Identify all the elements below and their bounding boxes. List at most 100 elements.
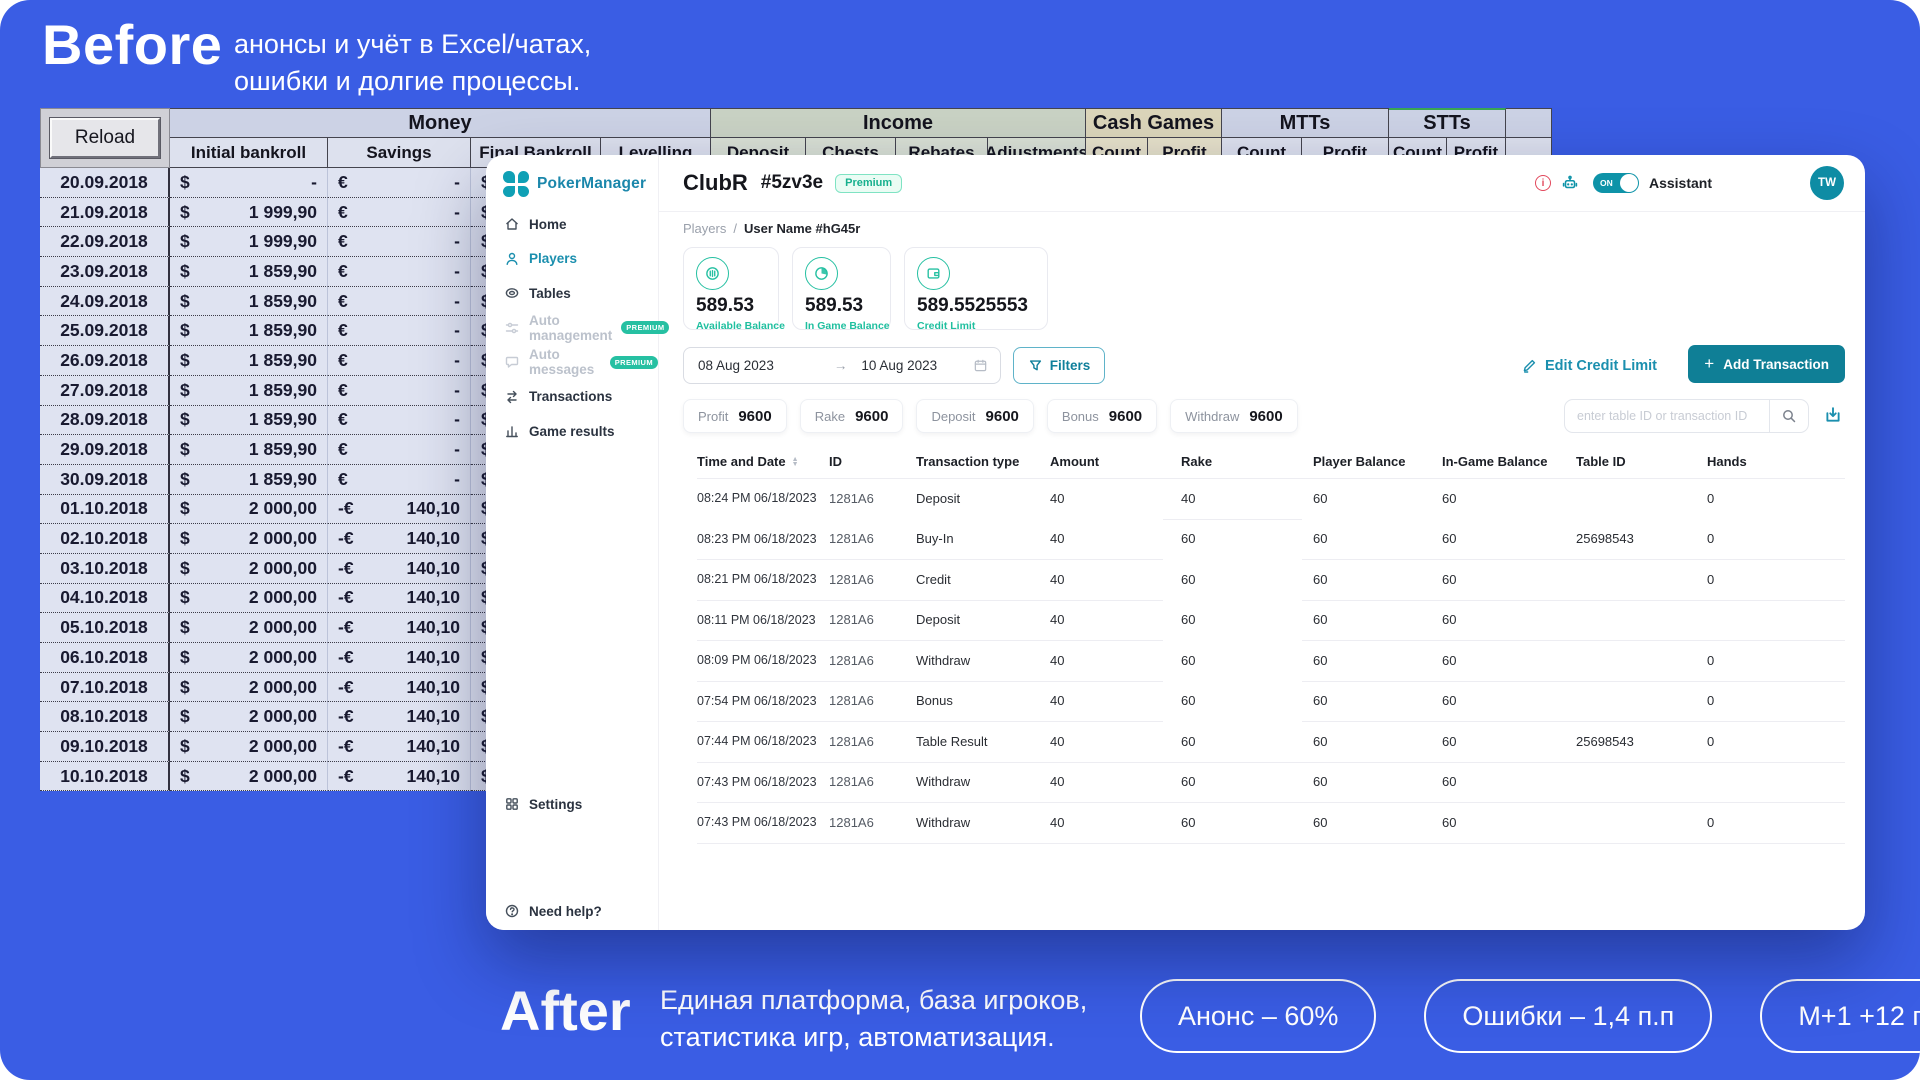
sidebar-item-settings[interactable]: Settings	[486, 787, 658, 822]
excel-savings-cell: €-	[328, 435, 471, 465]
sidebar-item-players[interactable]: Players	[486, 242, 658, 277]
excel-savings-cell-value: 140,10	[406, 647, 460, 668]
table-cell: 1281A6	[829, 653, 916, 668]
search-input[interactable]	[1565, 400, 1769, 432]
table-cell: 60	[1313, 815, 1442, 830]
excel-savings-cell-value: -	[454, 439, 460, 460]
table-cell: Bonus	[916, 693, 1050, 708]
table-cell: 60	[1313, 734, 1442, 749]
table-row: 07:54 PM 06/18/20231281A6Bonus406060600	[697, 681, 1845, 722]
table-cell: 1281A6	[829, 491, 916, 506]
edit-credit-limit-label: Edit Credit Limit	[1545, 358, 1657, 374]
table-cell: Deposit	[916, 612, 1050, 627]
stat-card-label: Credit Limit	[917, 320, 1035, 332]
marketing-canvas: Before анонсы и учёт в Excel/чатах, ошиб…	[0, 0, 1920, 1080]
excel-initial-bankroll-cell-currency: $	[180, 439, 190, 460]
table-cell: 60	[1313, 653, 1442, 668]
alert-info-icon[interactable]: i	[1535, 175, 1551, 191]
excel-date-cell: 02.10.2018	[40, 524, 170, 554]
assistant-robot-icon[interactable]	[1561, 174, 1579, 192]
wallet-icon	[917, 257, 950, 290]
excel-savings-cell-value: 140,10	[406, 677, 460, 698]
table-cell: 60	[1181, 815, 1313, 830]
reload-button[interactable]: Reload	[50, 118, 160, 158]
sidebar-item-transactions[interactable]: Transactions	[486, 380, 658, 415]
excel-savings-cell-currency: €	[338, 409, 348, 430]
after-pill: Ошибки – 1,4 п.п	[1424, 979, 1712, 1053]
excel-initial-bankroll-cell: $1 859,90	[170, 346, 328, 376]
edit-credit-limit-link[interactable]: Edit Credit Limit	[1521, 358, 1657, 374]
excel-date-cell: 27.09.2018	[40, 376, 170, 406]
table-cell: 60	[1442, 734, 1576, 749]
excel-savings-cell-value: 140,10	[406, 528, 460, 549]
summary-chips: Profit9600Rake9600Deposit9600Bonus9600Wi…	[683, 399, 1298, 433]
column-header-transaction-type: Transaction type	[916, 454, 1050, 469]
table-cell: 60	[1313, 693, 1442, 708]
table-cell: 1281A6	[829, 693, 916, 708]
sidebar-item-home[interactable]: Home	[486, 207, 658, 242]
table-row: 08:24 PM 06/18/20231281A6Deposit40406060…	[697, 478, 1845, 519]
excel-savings-cell-currency: €	[338, 202, 348, 223]
search-icon[interactable]	[1770, 408, 1808, 424]
table-cell: 0	[1707, 815, 1845, 830]
column-header-label: Player Balance	[1313, 454, 1406, 469]
table-cell: 40	[1050, 612, 1181, 627]
pokermanager-window: PokerManager HomePlayersTablesAuto manag…	[486, 155, 1865, 930]
excel-initial-bankroll-cell-value: 1 859,90	[249, 469, 317, 490]
add-transaction-button[interactable]: + Add Transaction	[1688, 345, 1845, 383]
excel-initial-bankroll-cell-value: 1 859,90	[249, 439, 317, 460]
sidebar-item-auto-messages[interactable]: Auto messagesPREMIUM	[486, 345, 658, 380]
filters-button[interactable]: Filters	[1013, 347, 1105, 384]
after-title: After	[500, 978, 631, 1043]
sidebar-item-need-help-[interactable]: Need help?	[486, 894, 658, 929]
sort-icon[interactable]: ▲▼	[792, 457, 799, 467]
excel-savings-cell-currency: €	[338, 439, 348, 460]
stat-card-value: 589.53	[696, 295, 766, 317]
sidebar-item-auto-management[interactable]: Auto managementPREMIUM	[486, 311, 658, 346]
breadcrumb-section[interactable]: Players	[683, 221, 726, 236]
excel-savings-cell: -€140,10	[328, 495, 471, 525]
table-cell: 40	[1050, 815, 1181, 830]
sidebar-item-game-results[interactable]: Game results	[486, 414, 658, 449]
excel-initial-bankroll-cell-value: 2 000,00	[249, 587, 317, 608]
table-cell: 1281A6	[829, 612, 916, 627]
column-header-hands: Hands	[1707, 454, 1845, 469]
table-cell: 0	[1707, 693, 1845, 708]
excel-savings-cell-currency: -€	[338, 528, 354, 549]
stat-card-in-game-balance: 589.53In Game Balance	[792, 247, 891, 330]
excel-initial-bankroll-cell-value: -	[311, 172, 317, 193]
stat-cards: 589.53Available Balance589.53In Game Bal…	[683, 247, 1048, 330]
excel-date-cell: 20.09.2018	[40, 168, 170, 198]
chip-value: 9600	[1249, 408, 1282, 425]
summary-chip-bonus: Bonus9600	[1047, 399, 1157, 433]
sidebar-item-tables[interactable]: Tables	[486, 276, 658, 311]
excel-initial-bankroll-cell-currency: $	[180, 291, 190, 312]
table-cell: 08:23 PM 06/18/2023	[697, 532, 829, 546]
excel-date-cell: 09.10.2018	[40, 732, 170, 762]
table-cell: 60	[1442, 774, 1576, 789]
table-cell: 40	[1181, 491, 1313, 506]
table-cell: 1281A6	[829, 531, 916, 546]
sidebar-item-label: Players	[529, 251, 577, 266]
export-download-icon[interactable]	[1823, 405, 1843, 425]
excel-savings-cell-value: 140,10	[406, 706, 460, 727]
excel-savings-cell: €-	[328, 465, 471, 495]
table-cell: 1281A6	[829, 572, 916, 587]
filters-label: Filters	[1050, 358, 1091, 373]
excel-initial-bankroll-cell-currency: $	[180, 409, 190, 430]
table-cell: 08:24 PM 06/18/2023	[697, 491, 829, 505]
table-cell: 60	[1313, 531, 1442, 546]
excel-initial-bankroll-cell-value: 2 000,00	[249, 706, 317, 727]
user-avatar[interactable]: TW	[1810, 166, 1844, 200]
table-row: 08:11 PM 06/18/20231281A6Deposit40606060	[697, 600, 1845, 641]
sidebar-item-label: Settings	[529, 797, 582, 812]
assistant-toggle[interactable]: ON	[1593, 173, 1639, 193]
excel-initial-bankroll-cell-value: 1 859,90	[249, 291, 317, 312]
date-range-input[interactable]: 08 Aug 2023 → 10 Aug 2023	[683, 347, 1001, 384]
table-cell: 60	[1313, 491, 1442, 506]
row-divider	[697, 721, 1163, 722]
game-results-icon	[504, 423, 520, 439]
table-cell: 0	[1707, 734, 1845, 749]
table-row: 07:43 PM 06/18/20231281A6Withdraw4060606…	[697, 802, 1845, 843]
table-cell: 08:21 PM 06/18/2023	[697, 572, 829, 586]
